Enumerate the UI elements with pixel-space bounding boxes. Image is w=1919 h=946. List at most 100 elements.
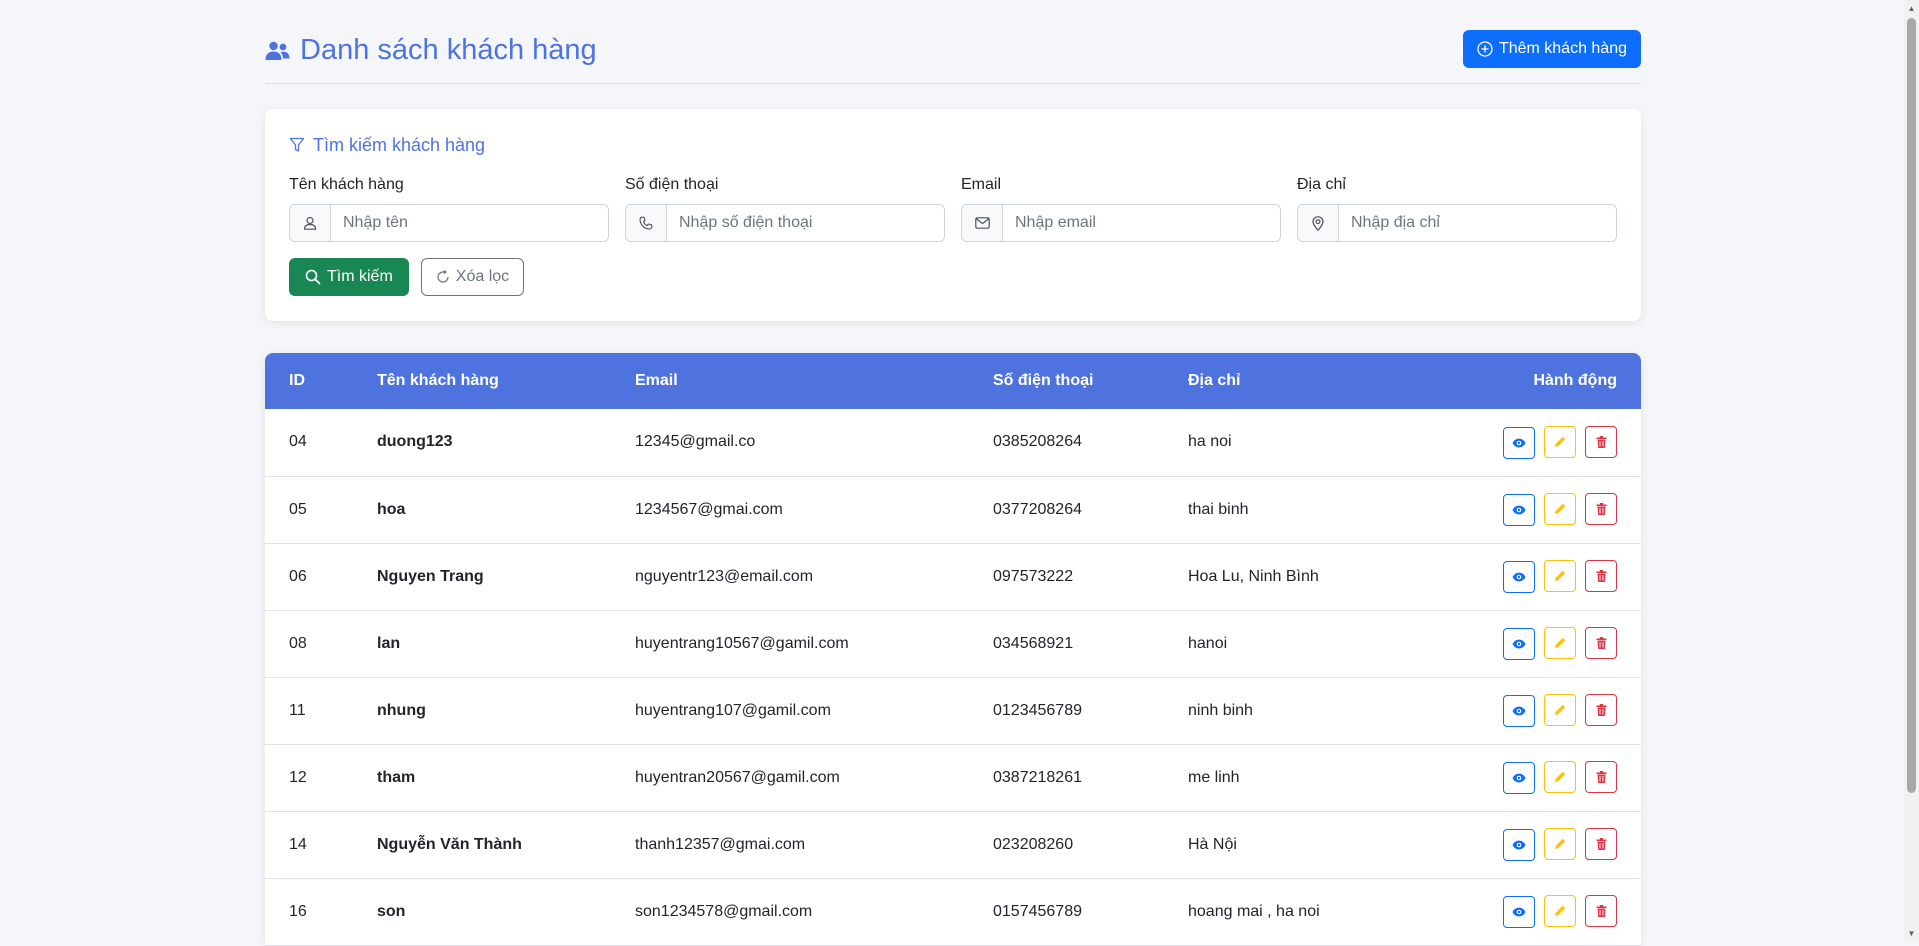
trash-icon bbox=[1596, 704, 1607, 716]
filter-address-label: Địa chỉ bbox=[1297, 176, 1346, 193]
eye-icon bbox=[1512, 706, 1526, 716]
filter-email: Email bbox=[961, 175, 1281, 242]
cell-actions bbox=[1408, 677, 1641, 744]
eye-icon bbox=[1512, 907, 1526, 917]
edit-button[interactable] bbox=[1544, 425, 1576, 458]
edit-button[interactable] bbox=[1544, 560, 1576, 592]
edit-button[interactable] bbox=[1544, 627, 1576, 659]
cell-id: 04 bbox=[289, 433, 307, 451]
page-header: Danh sách khách hàng Thêm khách hàng bbox=[265, 0, 1641, 84]
edit-button[interactable] bbox=[1544, 493, 1576, 525]
cell-address: ninh binh bbox=[1188, 701, 1253, 719]
trash-icon bbox=[1596, 570, 1607, 582]
scroll-up-arrow-icon[interactable]: ▲ bbox=[1904, 0, 1919, 16]
table-row: 05 hoa 1234567@gmai.com 0377208264 thai binh bbox=[265, 476, 1641, 543]
cell-email: huyentrang10567@gamil.com bbox=[635, 634, 849, 652]
pencil-icon bbox=[1554, 704, 1566, 716]
view-button[interactable] bbox=[1503, 762, 1535, 794]
cell-actions bbox=[1408, 811, 1641, 878]
delete-button[interactable] bbox=[1585, 425, 1617, 458]
page-title: Danh sách khách hàng bbox=[265, 34, 597, 67]
vertical-scrollbar[interactable]: ▲ ▼ bbox=[1904, 0, 1919, 941]
view-button[interactable] bbox=[1503, 561, 1535, 593]
cell-actions bbox=[1408, 878, 1641, 945]
delete-button[interactable] bbox=[1585, 761, 1617, 793]
search-button[interactable]: Tìm kiếm bbox=[289, 258, 409, 296]
filter-phone-label: Số điện thoại bbox=[625, 176, 719, 193]
trash-icon bbox=[1596, 503, 1607, 515]
cell-phone: 034568921 bbox=[993, 634, 1074, 652]
cell-id: 12 bbox=[289, 768, 307, 786]
delete-button[interactable] bbox=[1585, 560, 1617, 592]
page-title-text: Danh sách khách hàng bbox=[300, 34, 597, 66]
envelope-icon bbox=[962, 205, 1003, 241]
cell-address: thai binh bbox=[1188, 500, 1249, 518]
delete-button[interactable] bbox=[1585, 694, 1617, 726]
edit-button[interactable] bbox=[1544, 828, 1576, 860]
address-input[interactable] bbox=[1339, 205, 1616, 241]
delete-button[interactable] bbox=[1585, 493, 1617, 525]
cell-id: 06 bbox=[289, 567, 307, 585]
search-title-text: Tìm kiếm khách hàng bbox=[313, 134, 486, 155]
view-button[interactable] bbox=[1503, 695, 1535, 727]
table-body: 04 duong123 12345@gmail.co 0385208264 ha noi… bbox=[265, 409, 1641, 945]
email-input[interactable] bbox=[1003, 205, 1280, 241]
cell-actions bbox=[1408, 409, 1641, 476]
trash-icon bbox=[1596, 838, 1607, 850]
eye-icon bbox=[1512, 840, 1526, 850]
edit-button[interactable] bbox=[1544, 895, 1576, 927]
table-row: 11 nhung huyentrang107@gamil.com 0123456789… bbox=[265, 677, 1641, 744]
cell-address: ha noi bbox=[1188, 433, 1232, 451]
telephone-icon bbox=[626, 205, 667, 241]
edit-button[interactable] bbox=[1544, 761, 1576, 793]
view-button[interactable] bbox=[1503, 628, 1535, 660]
refresh-icon bbox=[437, 270, 449, 283]
cell-name: nhung bbox=[377, 701, 426, 719]
cell-phone: 0387218261 bbox=[993, 768, 1082, 786]
pencil-icon bbox=[1554, 436, 1566, 448]
view-button[interactable] bbox=[1503, 426, 1535, 459]
search-title: Tìm kiếm khách hàng bbox=[289, 133, 1617, 157]
cell-name: son bbox=[377, 902, 406, 920]
view-button[interactable] bbox=[1503, 829, 1535, 861]
cell-id: 05 bbox=[289, 500, 307, 518]
cell-actions bbox=[1408, 476, 1641, 543]
search-icon bbox=[305, 269, 321, 285]
table-row: 16 son son1234578@gmail.com 0157456789 hoang… bbox=[265, 878, 1641, 945]
pencil-icon bbox=[1554, 838, 1566, 850]
eye-icon bbox=[1512, 505, 1526, 515]
delete-button[interactable] bbox=[1585, 627, 1617, 659]
eye-icon bbox=[1512, 438, 1526, 448]
edit-button[interactable] bbox=[1544, 694, 1576, 726]
users-icon bbox=[265, 41, 290, 60]
cell-email: son1234578@gmail.com bbox=[635, 902, 813, 920]
pencil-icon bbox=[1554, 637, 1566, 649]
page-container: Danh sách khách hàng Thêm khách hàng Tìm… bbox=[265, 0, 1641, 946]
pencil-icon bbox=[1554, 570, 1566, 582]
cell-id: 14 bbox=[289, 835, 307, 853]
scroll-down-arrow-icon[interactable]: ▼ bbox=[1904, 925, 1919, 941]
cell-email: nguyentr123@email.com bbox=[635, 567, 814, 585]
name-input[interactable] bbox=[331, 205, 608, 241]
cell-actions bbox=[1408, 610, 1641, 677]
cell-email: 1234567@gmai.com bbox=[635, 500, 783, 518]
phone-input[interactable] bbox=[667, 205, 944, 241]
pencil-icon bbox=[1554, 771, 1566, 783]
trash-icon bbox=[1596, 771, 1607, 783]
view-button[interactable] bbox=[1503, 896, 1535, 928]
cell-name: Nguyen Trang bbox=[377, 567, 484, 585]
scroll-thumb[interactable] bbox=[1907, 18, 1916, 793]
clear-filter-button[interactable]: Xóa lọc bbox=[420, 258, 525, 296]
table-row: 04 duong123 12345@gmail.co 0385208264 ha noi bbox=[265, 409, 1641, 476]
col-email: Email bbox=[635, 372, 678, 389]
cell-actions bbox=[1408, 543, 1641, 610]
cell-phone: 0377208264 bbox=[993, 500, 1082, 518]
add-customer-button[interactable]: Thêm khách hàng bbox=[1462, 30, 1641, 68]
delete-button[interactable] bbox=[1585, 895, 1617, 927]
filter-phone: Số điện thoại bbox=[625, 175, 945, 242]
cell-actions bbox=[1408, 744, 1641, 811]
delete-button[interactable] bbox=[1585, 828, 1617, 860]
view-button[interactable] bbox=[1503, 494, 1535, 526]
cell-email: huyentrang107@gamil.com bbox=[635, 701, 831, 719]
eye-icon bbox=[1512, 639, 1526, 649]
